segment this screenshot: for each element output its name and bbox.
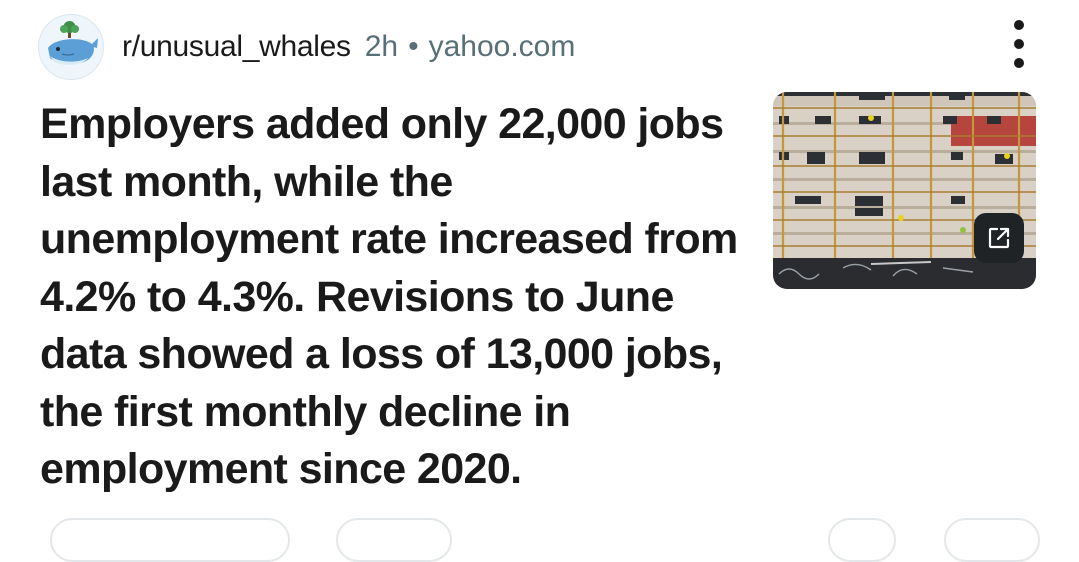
subreddit-name[interactable]: r/unusual_whales (122, 30, 351, 64)
more-options-icon-dot (1014, 58, 1024, 68)
external-link-icon (988, 227, 1010, 249)
link-thumbnail[interactable] (773, 92, 1036, 289)
link-domain[interactable]: yahoo.com (429, 30, 576, 64)
comments-button[interactable] (336, 518, 452, 562)
post-header: r/unusual_whales 2h • yahoo.com (38, 14, 575, 80)
whale-avatar-icon (48, 21, 98, 65)
open-external-link-button[interactable] (974, 213, 1024, 263)
post-age: 2h (364, 30, 399, 63)
subreddit-avatar[interactable] (38, 14, 104, 80)
more-options-icon-dot (1014, 39, 1024, 49)
post-title[interactable]: Employers added only 22,000 jobs last mo… (40, 96, 760, 499)
meta-separator: • (408, 30, 419, 63)
action-bar (0, 518, 1079, 562)
share-button[interactable] (944, 518, 1040, 562)
more-options-button[interactable] (1009, 20, 1029, 68)
more-options-icon-dot (1014, 20, 1024, 30)
vote-button-group[interactable] (50, 518, 290, 562)
award-button[interactable] (828, 518, 896, 562)
